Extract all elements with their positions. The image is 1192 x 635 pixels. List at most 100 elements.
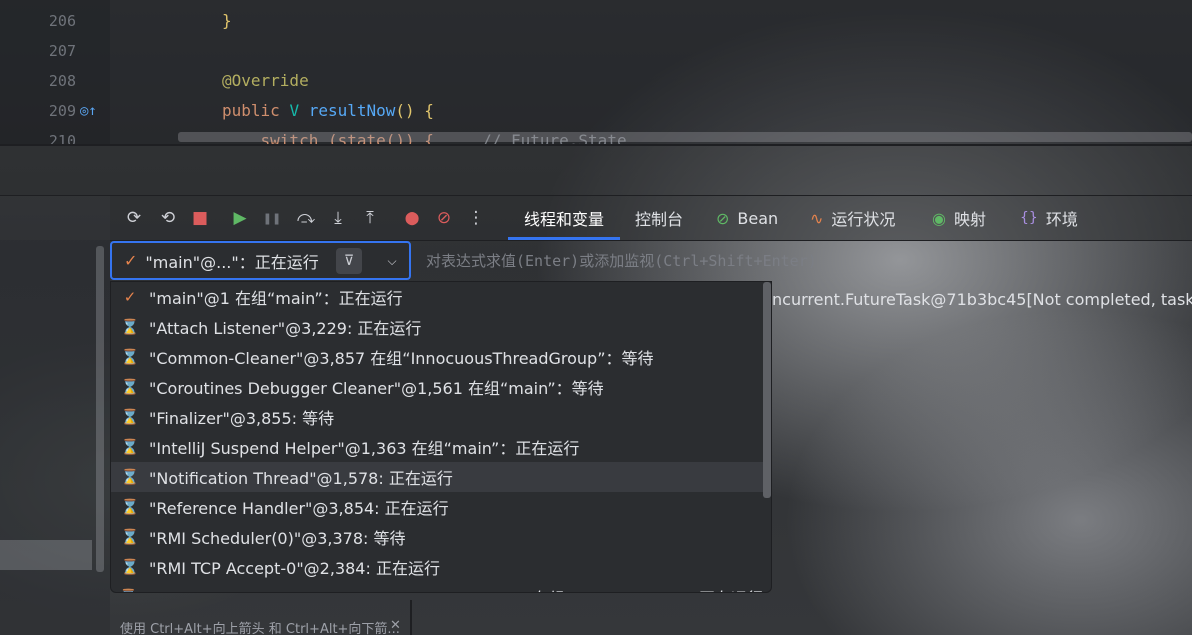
thread-icon: ⌛ bbox=[120, 468, 140, 486]
variable-value: ncurrent.FutureTask@71b3bc45[Not complet… bbox=[772, 290, 1192, 309]
stop-glyph: ■ bbox=[191, 207, 209, 228]
thread-label: "Notification Thread"@1,578: 正在运行 bbox=[149, 469, 453, 488]
code-line: 207 bbox=[0, 36, 1192, 66]
tab-console[interactable]: 控制台 bbox=[635, 196, 683, 240]
thread-item[interactable]: ⌛ "Attach Listener"@3,229: 正在运行 bbox=[111, 312, 763, 342]
step-out-icon[interactable]: ⤒ bbox=[358, 206, 382, 230]
tab-threads-variables[interactable]: 线程和变量 bbox=[524, 196, 604, 240]
restart-glyph: ⟲ bbox=[160, 207, 176, 228]
rerun-icon[interactable]: ⟳ bbox=[122, 206, 146, 230]
code-keyword: public bbox=[222, 101, 290, 120]
thread-icon: ⌛ bbox=[120, 318, 140, 336]
separator bbox=[410, 600, 412, 635]
line-number: 206 bbox=[48, 12, 76, 30]
code-method: resultNow bbox=[308, 101, 396, 120]
thread-item[interactable]: ⌛ "IntelliJ Suspend Helper"@1,363 在组“mai… bbox=[111, 432, 763, 462]
thread-item[interactable]: ⌛ "Common-Cleaner"@3,857 在组“InnocuousThr… bbox=[111, 342, 763, 372]
thread-item[interactable]: ⌛ "Reference Handler"@3,854: 正在运行 bbox=[111, 492, 763, 522]
tab-label: Bean bbox=[737, 208, 779, 228]
more-icon[interactable]: ⋮ bbox=[464, 206, 488, 230]
thread-icon: ⌛ bbox=[120, 498, 140, 516]
step-into-icon[interactable]: ⤓ bbox=[326, 206, 350, 230]
environment-icon: {} bbox=[1020, 210, 1038, 226]
view-breakpoints-glyph: ⬤ bbox=[404, 210, 420, 226]
tab-mappings[interactable]: ◉ 映射 bbox=[932, 196, 986, 240]
thread-label: "Coroutines Debugger Cleaner"@1,561 在组“m… bbox=[149, 379, 604, 398]
thread-item[interactable]: ⌛ "RMI TCP Accept-0"@2,384: 正在运行 bbox=[111, 552, 763, 582]
resume-icon[interactable]: ▶ bbox=[228, 206, 252, 230]
thread-label: "main"@1 在组“main”：正在运行 bbox=[149, 289, 403, 308]
thread-label: "RMI TCP Accept-0"@2,384: 正在运行 bbox=[149, 559, 440, 578]
thread-label: "IntelliJ Suspend Helper"@1,363 在组“main”… bbox=[149, 439, 580, 458]
stop-icon[interactable]: ■ bbox=[188, 206, 212, 230]
restart-icon[interactable]: ⟲ bbox=[156, 206, 180, 230]
thread-item[interactable]: ⌛ "Notification Thread"@1,578: 正在运行 bbox=[111, 462, 763, 492]
code-editor[interactable]: 206 } 207 208 @Override 209 ◎↑ public V … bbox=[0, 0, 1192, 146]
status-hint: 使用 Ctrl+Alt+向上箭头 和 Ctrl+Alt+向下箭... bbox=[120, 622, 400, 635]
thread-icon: ⌛ bbox=[120, 378, 140, 396]
pause-icon[interactable]: ❚❚ bbox=[260, 206, 284, 230]
thread-item[interactable]: ✓ "main"@1 在组“main”：正在运行 bbox=[111, 282, 763, 312]
code-line: 208 @Override bbox=[0, 66, 1192, 96]
thread-selector[interactable]: ✓ "main"@..."：正在运行 ⊽ ⌵ bbox=[110, 241, 411, 280]
tab-label: 控制台 bbox=[635, 210, 684, 229]
thread-icon: ⌛ bbox=[120, 528, 140, 546]
mute-breakpoints-icon[interactable]: ⊘ bbox=[432, 206, 456, 230]
frames-pane[interactable] bbox=[0, 240, 110, 635]
thread-item[interactable]: ⌛ "Coroutines Debugger Cleaner"@1,561 在组… bbox=[111, 372, 763, 402]
line-number: 207 bbox=[48, 42, 76, 60]
step-over-icon[interactable]: ⤼ bbox=[294, 206, 318, 230]
mapping-icon: ◉ bbox=[932, 208, 946, 228]
tab-label: 环境 bbox=[1045, 210, 1078, 229]
code-line: 209 ◎↑ public V resultNow() { bbox=[0, 96, 1192, 126]
check-icon: ✓ bbox=[123, 288, 137, 306]
thread-label: "Common-Cleaner"@3,857 在组“InnocuousThrea… bbox=[149, 349, 654, 368]
chevron-down-icon[interactable]: ⌵ bbox=[382, 249, 402, 273]
resume-glyph: ▶ bbox=[233, 207, 247, 228]
frames-scrollbar[interactable] bbox=[96, 246, 104, 572]
thread-dropdown-list[interactable]: ✓ "main"@1 在组“main”：正在运行 ⌛ "Attach Liste… bbox=[110, 281, 772, 593]
evaluate-expression-input[interactable] bbox=[412, 241, 1192, 280]
code-text: } bbox=[222, 11, 232, 30]
code-text: public V resultNow() { bbox=[222, 96, 434, 126]
line-number: 210 bbox=[48, 132, 76, 146]
view-breakpoints-icon[interactable]: ⬤ bbox=[400, 206, 424, 230]
thread-icon: ⌛ bbox=[120, 558, 140, 576]
thread-item[interactable]: ⌛ "Finalizer"@3,855: 等待 bbox=[111, 402, 763, 432]
selected-thread-label: "main"@..."：正在运行 bbox=[145, 252, 319, 272]
tab-label: 运行状况 bbox=[831, 210, 896, 229]
rerun-glyph: ⟳ bbox=[126, 207, 142, 228]
close-icon[interactable]: ✕ bbox=[390, 618, 401, 633]
thread-icon: ⌛ bbox=[120, 348, 140, 366]
tool-window-header bbox=[0, 146, 1192, 196]
code-type: V bbox=[289, 101, 309, 120]
check-icon: ✓ bbox=[124, 251, 138, 270]
tab-label: 映射 bbox=[953, 210, 986, 229]
thread-label: "Finalizer"@3,855: 等待 bbox=[149, 409, 335, 428]
override-marker-icon[interactable]: ◎↑ bbox=[80, 102, 100, 120]
code-text: @Override bbox=[222, 71, 309, 90]
thread-icon: ⌛ bbox=[111, 588, 146, 592]
step-into-glyph: ⤓ bbox=[334, 207, 342, 228]
editor-horizontal-scrollbar[interactable] bbox=[178, 132, 1192, 142]
thread-item[interactable]: ⌛ "RMI TCP Connection(2)-192.168.1.109"@… bbox=[111, 582, 763, 592]
tab-health[interactable]: ∿ 运行状况 bbox=[810, 196, 895, 240]
thread-label: "RMI TCP Connection(2)-192.168.1.109"@3,… bbox=[146, 585, 763, 592]
thread-label: "RMI Scheduler(0)"@3,378: 等待 bbox=[149, 529, 406, 548]
tab-environment[interactable]: {} 环境 bbox=[1020, 196, 1078, 240]
mute-breakpoints-glyph: ⊘ bbox=[436, 207, 452, 228]
thread-label: "Attach Listener"@3,229: 正在运行 bbox=[149, 319, 422, 338]
tab-label: 线程和变量 bbox=[524, 210, 605, 229]
thread-label: "Reference Handler"@3,854: 正在运行 bbox=[149, 499, 449, 518]
line-number: 209 bbox=[48, 102, 76, 120]
code-line: 206 } bbox=[0, 6, 1192, 36]
health-icon: ∿ bbox=[810, 208, 824, 228]
step-out-glyph: ⤒ bbox=[366, 207, 374, 228]
tab-bean[interactable]: ⊘ Bean bbox=[716, 196, 778, 240]
frames-selected-row[interactable] bbox=[0, 540, 92, 570]
filter-icon[interactable]: ⊽ bbox=[336, 248, 362, 274]
thread-list-scrollbar[interactable] bbox=[763, 282, 771, 498]
thread-icon: ⌛ bbox=[120, 408, 140, 426]
thread-item[interactable]: ⌛ "RMI Scheduler(0)"@3,378: 等待 bbox=[111, 522, 763, 552]
debug-toolbar: ⟳ ⟲ ■ ▶ ❚❚ ⤼ ⤓ ⤒ ⬤ ⊘ ⋮ 线程和变量 控制台 ⊘ Bean ∿… bbox=[110, 196, 1192, 240]
